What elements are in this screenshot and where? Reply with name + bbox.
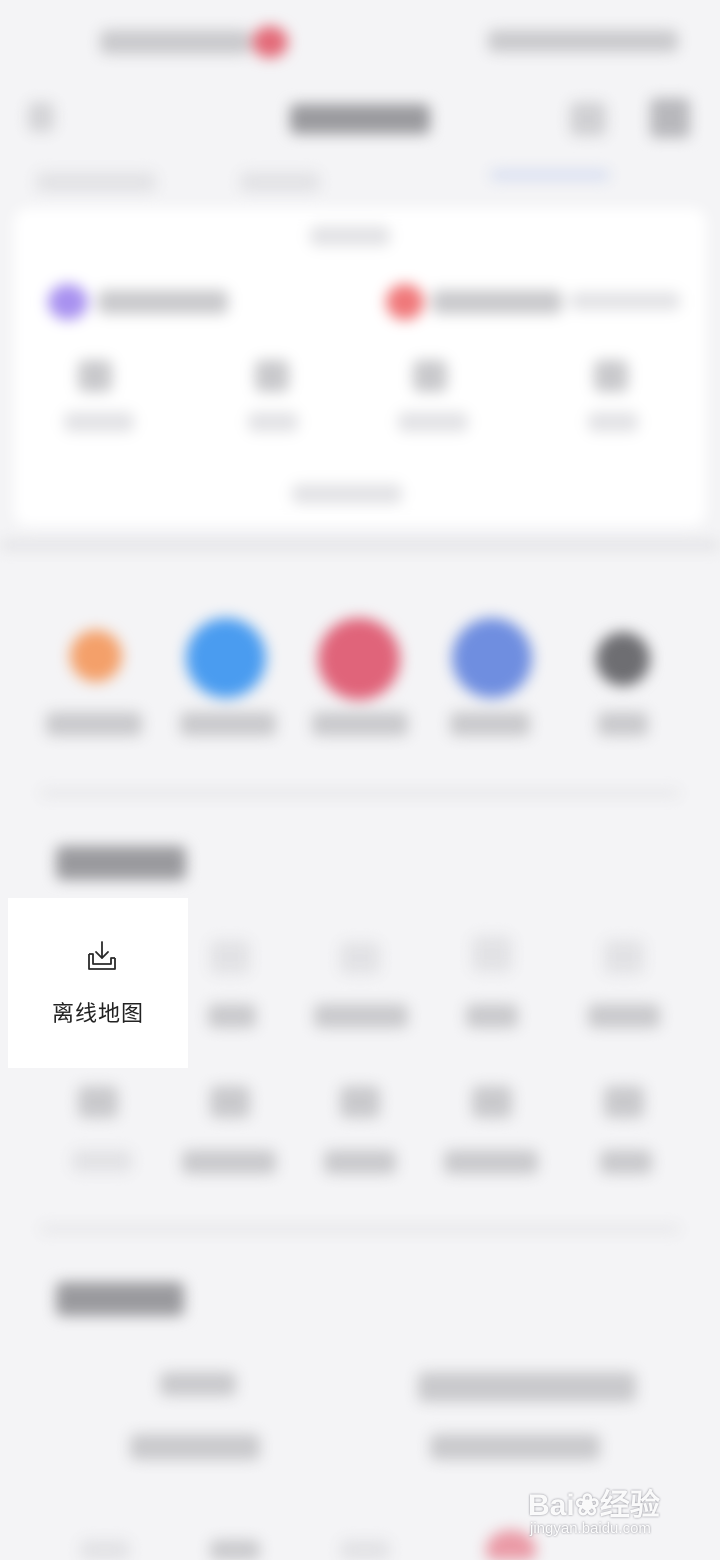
status-bar-right xyxy=(488,30,678,52)
purple-badge xyxy=(48,284,88,320)
section2-item-1 xyxy=(160,1372,236,1396)
grid-icon-9 xyxy=(472,1086,512,1118)
subheader-left xyxy=(36,172,156,192)
subheader-mid xyxy=(240,172,320,192)
stat-2-label xyxy=(248,412,298,432)
section2-item-3 xyxy=(130,1434,260,1460)
section-title-1 xyxy=(56,846,186,880)
grid-icon-4 xyxy=(472,936,512,972)
card-label-right xyxy=(432,290,562,314)
watermark-url: jingyan.baidu.com xyxy=(530,1520,651,1537)
back-icon xyxy=(28,102,54,132)
bottom-item-1 xyxy=(80,1540,130,1560)
bottom-item-2 xyxy=(210,1540,260,1560)
tool-label-1 xyxy=(46,712,142,736)
section2-item-4 xyxy=(430,1434,600,1460)
status-bar-badge xyxy=(252,26,288,58)
tool-blue xyxy=(186,618,266,698)
stat-4-label xyxy=(588,412,638,432)
subheader-right xyxy=(490,170,610,180)
grid-icon-7 xyxy=(210,1086,250,1118)
tool-label-5 xyxy=(598,712,648,736)
grid-label-10 xyxy=(600,1150,652,1174)
status-bar-left xyxy=(100,30,250,54)
tool-label-2 xyxy=(180,712,276,736)
card-top-label xyxy=(310,226,390,246)
section2-item-2 xyxy=(418,1372,636,1402)
tool-orange xyxy=(70,630,122,682)
grid-label-5 xyxy=(588,1004,660,1028)
section-title-2 xyxy=(56,1282,184,1316)
grid-icon-6 xyxy=(78,1086,118,1118)
card-label-right-extra xyxy=(570,292,680,310)
stat-4 xyxy=(594,360,628,392)
grid-label-2 xyxy=(208,1004,256,1028)
grid-label-4 xyxy=(466,1004,518,1028)
tool-gray xyxy=(596,632,650,686)
row-divider xyxy=(40,790,680,796)
download-tray-icon xyxy=(88,941,116,970)
tool-indigo xyxy=(452,618,532,698)
grid-icon-8 xyxy=(340,1086,380,1118)
stat-1-label xyxy=(64,412,134,432)
header-icon-2 xyxy=(650,98,690,138)
grid-icon-10 xyxy=(604,1086,644,1118)
watermark-brand: Bai❀经验 xyxy=(528,1489,660,1522)
tool-label-3 xyxy=(312,712,408,736)
grid-label-8 xyxy=(324,1150,396,1174)
red-badge xyxy=(386,284,424,320)
tool-red xyxy=(318,618,400,700)
header-icon-1 xyxy=(570,102,606,136)
grid-icon-5 xyxy=(604,940,644,974)
tool-label-4 xyxy=(450,712,530,736)
card-label-left xyxy=(98,290,228,314)
card-footer xyxy=(292,484,402,504)
grid-label-3 xyxy=(314,1004,408,1028)
stat-1 xyxy=(78,360,112,392)
paw-icon: ❀ xyxy=(574,1489,600,1522)
stat-3-label xyxy=(398,412,468,432)
stat-2 xyxy=(255,360,289,392)
blurred-background xyxy=(0,0,720,1560)
baidu-jingyan-watermark: Bai❀经验 jingyan.baidu.com xyxy=(528,1480,688,1546)
grid-label-7 xyxy=(182,1150,276,1174)
offline-map-label: 离线地图 xyxy=(51,1002,144,1027)
grid-icon-3 xyxy=(340,942,380,974)
stat-3 xyxy=(413,360,447,392)
offline-map-tile[interactable]: 离线地图 xyxy=(8,898,188,1068)
row-divider-2 xyxy=(40,1226,680,1232)
bottom-item-3 xyxy=(340,1540,390,1560)
header-title xyxy=(290,104,430,134)
section-divider xyxy=(0,540,720,550)
grid-label-6 xyxy=(72,1150,132,1172)
grid-label-9 xyxy=(444,1150,538,1174)
grid-icon-2 xyxy=(210,940,250,974)
